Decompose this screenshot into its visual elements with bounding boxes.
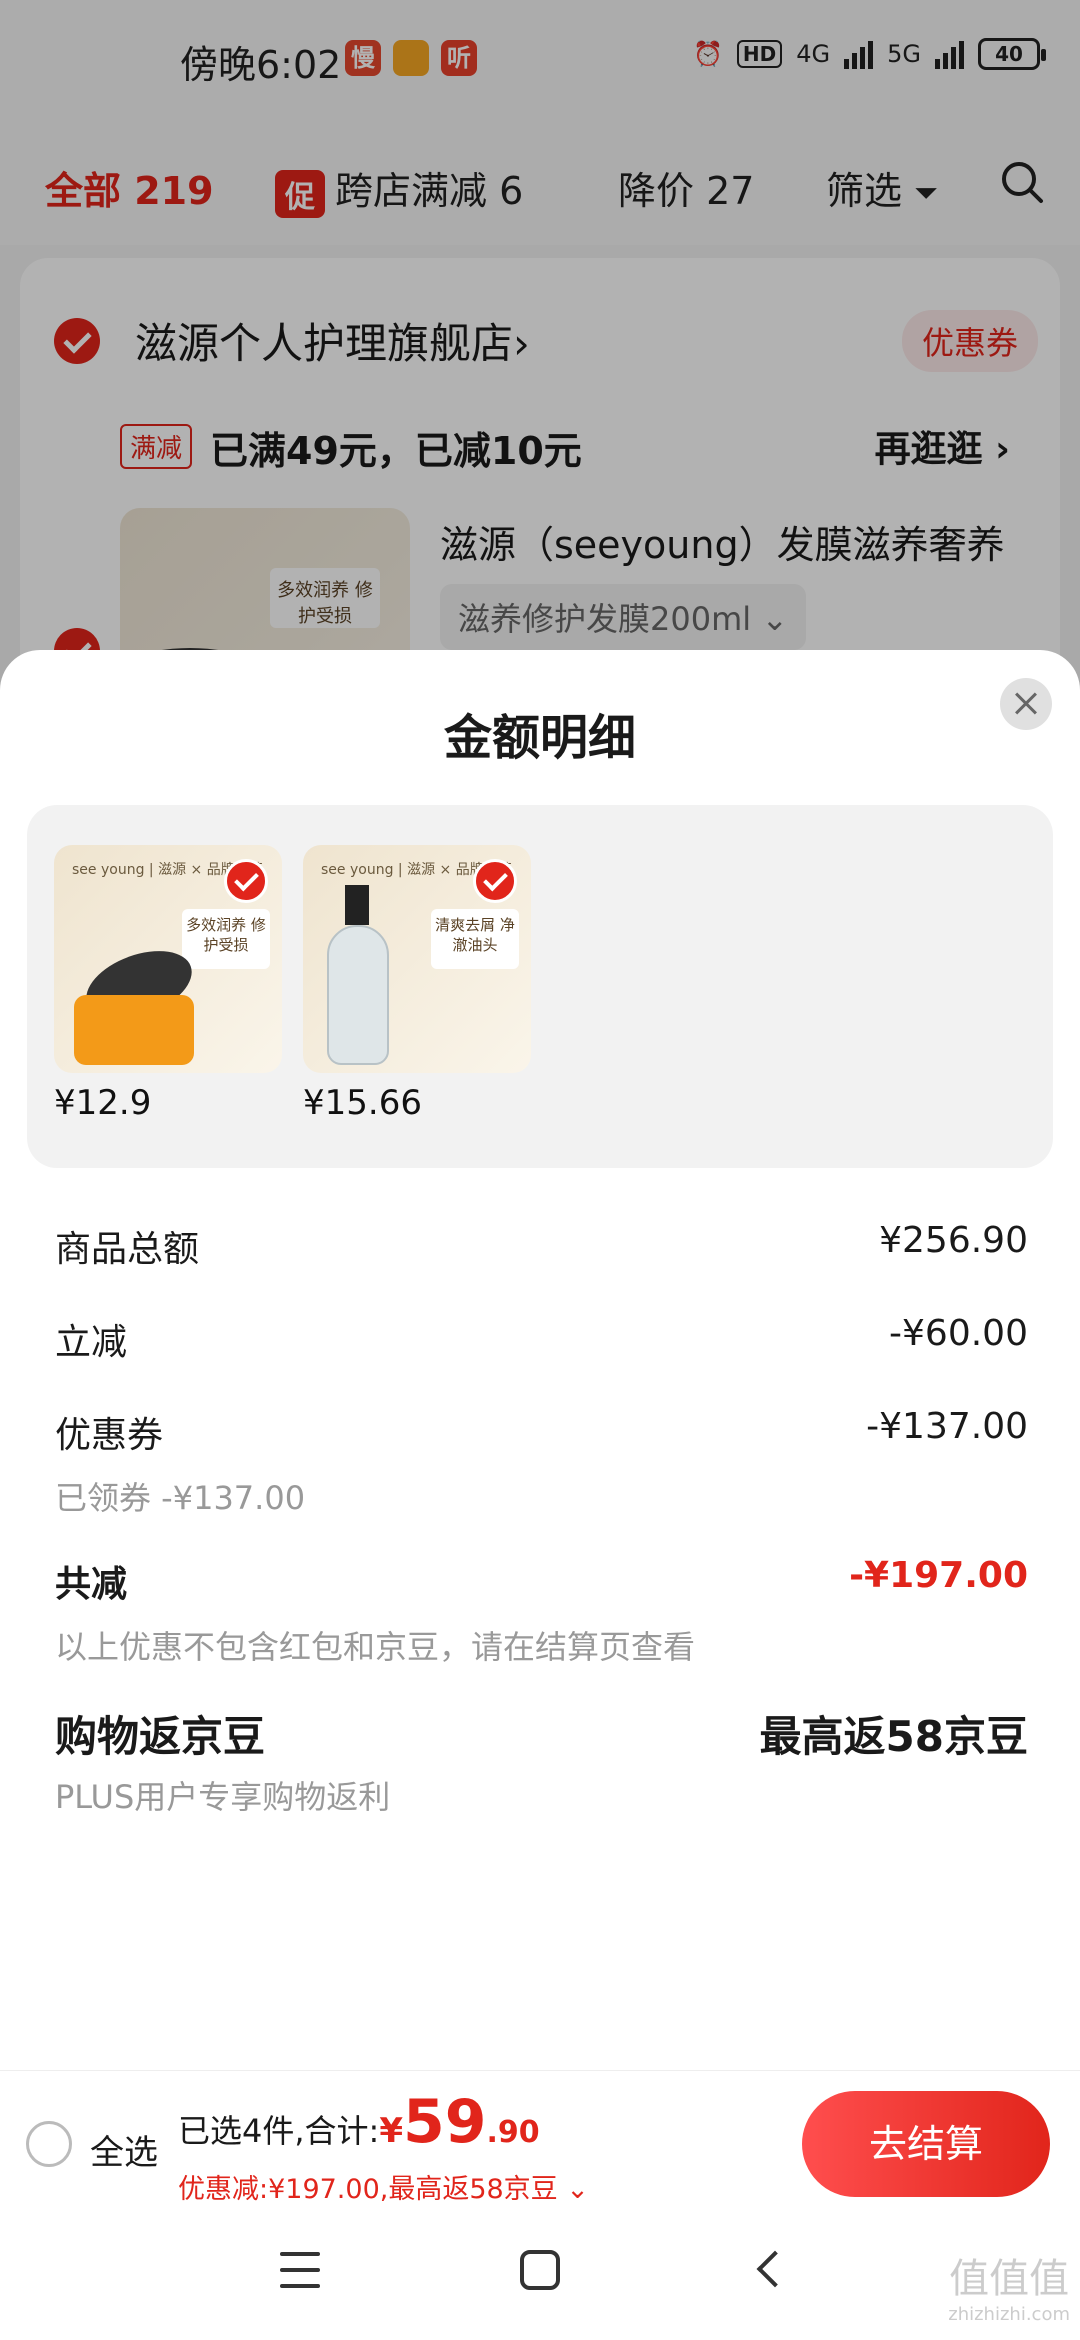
discount-summary[interactable]: 优惠减:¥197.00,最高返58京豆 ⌄ bbox=[178, 2167, 589, 2206]
plus-note: PLUS用户专享购物返利 bbox=[55, 1778, 391, 1816]
discount-note: 以上优惠不包含红包和京豆，请在结算页查看 bbox=[55, 1628, 696, 1666]
system-nav-bar: 值值值 zhizhizhi.com bbox=[0, 2210, 1080, 2340]
overlay-scrim[interactable] bbox=[0, 0, 1080, 720]
total-decimal: .90 bbox=[486, 2115, 540, 2150]
amount-detail-sheet: 金额明细 see young | 滋源 × 品牌直营 多效润养 修护受损 ¥12… bbox=[0, 650, 1080, 2070]
home-icon[interactable] bbox=[520, 2250, 560, 2290]
product-image: see young | 滋源 × 品牌直营 清爽去屑 净澈油头 bbox=[303, 845, 531, 1073]
product-image: see young | 滋源 × 品牌直营 多效润养 修护受损 bbox=[54, 845, 282, 1073]
item-price: ¥12.9 bbox=[54, 1083, 152, 1123]
total-discount-label: 共减 bbox=[55, 1564, 128, 1605]
instant-discount-label: 立减 bbox=[55, 1322, 128, 1363]
total-discount-value: -¥197.00 bbox=[849, 1555, 1028, 1596]
item-price: ¥15.66 bbox=[303, 1083, 422, 1123]
item-check-icon bbox=[473, 859, 517, 903]
total-value: ¥256.90 bbox=[879, 1220, 1028, 1261]
menu-icon[interactable] bbox=[280, 2252, 320, 2288]
instant-discount-value: -¥60.00 bbox=[889, 1313, 1028, 1354]
watermark: 值值值 zhizhizhi.com bbox=[948, 2256, 1070, 2325]
sheet-title: 金额明细 bbox=[443, 710, 636, 766]
product-badge: 多效润养 修护受损 bbox=[182, 909, 270, 969]
coupon-label: 优惠券 bbox=[55, 1415, 164, 1456]
selected-count: 已选4件,合计: bbox=[178, 2112, 380, 2150]
select-all-label[interactable]: 全选 bbox=[90, 2125, 158, 2174]
coupon-value: -¥137.00 bbox=[866, 1406, 1028, 1447]
currency-symbol: ¥ bbox=[379, 2111, 403, 2151]
item-check-icon bbox=[224, 859, 268, 903]
bottle-icon bbox=[327, 925, 389, 1065]
back-icon[interactable] bbox=[756, 2250, 794, 2288]
total-label: 商品总额 bbox=[55, 1229, 200, 1270]
total-summary: 已选4件,合计:¥59.90 bbox=[178, 2087, 540, 2157]
bean-label: 购物返京豆 bbox=[55, 1712, 266, 1761]
pump-icon bbox=[345, 885, 369, 925]
checkout-bar: 全选 已选4件,合计:¥59.90 优惠减:¥197.00,最高返58京豆 ⌄ … bbox=[0, 2070, 1080, 2210]
total-amount: 59 bbox=[403, 2087, 487, 2157]
coupon-sub: 已领券 -¥137.00 bbox=[55, 1479, 306, 1517]
list-item[interactable]: see young | 滋源 × 品牌直营 清爽去屑 净澈油头 ¥15.66 bbox=[303, 845, 531, 1123]
select-all-radio[interactable] bbox=[26, 2121, 72, 2167]
list-item[interactable]: see young | 滋源 × 品牌直营 多效润养 修护受损 ¥12.9 bbox=[54, 845, 282, 1123]
product-badge: 清爽去屑 净澈油头 bbox=[431, 909, 519, 969]
jar-icon bbox=[74, 995, 194, 1065]
checkout-button[interactable]: 去结算 bbox=[802, 2091, 1050, 2197]
close-button[interactable] bbox=[1000, 678, 1052, 730]
selected-items: see young | 滋源 × 品牌直营 多效润养 修护受损 ¥12.9 se… bbox=[27, 805, 1053, 1168]
bean-value: 最高返58京豆 bbox=[759, 1712, 1028, 1761]
